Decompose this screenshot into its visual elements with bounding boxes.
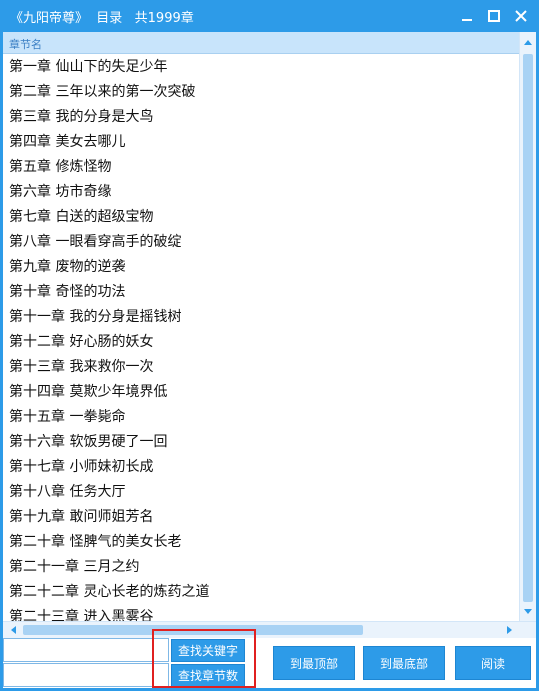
chapter-number-input[interactable]: [3, 663, 169, 687]
list-item[interactable]: 第十五章 一拳毙命: [3, 405, 519, 430]
chevron-down-icon: [524, 609, 532, 614]
list-item[interactable]: 第六章 坊市奇缘: [3, 180, 519, 205]
close-button[interactable]: [509, 4, 533, 28]
go-to-bottom-button[interactable]: 到最底部: [363, 646, 445, 680]
vertical-scroll-thumb[interactable]: [523, 54, 533, 602]
close-icon: [515, 10, 527, 22]
window-title: 《九阳帝尊》 目录 共1999章: [10, 11, 194, 26]
list-item[interactable]: 第九章 废物的逆袭: [3, 255, 519, 280]
list-item[interactable]: 第二十三章 进入黑雾谷: [3, 605, 519, 621]
horizontal-scrollbar[interactable]: [3, 621, 536, 638]
vertical-scrollbar[interactable]: [519, 32, 536, 621]
chevron-right-icon: [507, 626, 512, 634]
list-item[interactable]: 第三章 我的分身是大鸟: [3, 105, 519, 130]
list-item[interactable]: 第四章 美女去哪儿: [3, 130, 519, 155]
title-bar: 《九阳帝尊》 目录 共1999章: [0, 0, 539, 32]
bottom-toolbar: 查找关键字 查找章节数 到最顶部 到最底部 阅读: [3, 638, 536, 688]
minimize-button[interactable]: [455, 4, 479, 28]
list-item[interactable]: 第十三章 我来救你一次: [3, 355, 519, 380]
maximize-icon: [488, 10, 500, 22]
search-keyword-button[interactable]: 查找关键字: [171, 639, 245, 662]
minimize-icon: [462, 19, 472, 21]
list-item[interactable]: 第一章 仙山下的失足少年: [3, 55, 519, 80]
chevron-up-icon: [524, 40, 532, 45]
keyword-input[interactable]: [3, 638, 169, 662]
chevron-left-icon: [11, 626, 16, 634]
list-header[interactable]: 章节名: [3, 32, 519, 54]
list-item[interactable]: 第十六章 软饭男硬了一回: [3, 430, 519, 455]
list-item[interactable]: 第十二章 好心肠的妖女: [3, 330, 519, 355]
search-chapter-button[interactable]: 查找章节数: [171, 664, 245, 687]
list-item[interactable]: 第十九章 敢问师姐芳名: [3, 505, 519, 530]
read-button[interactable]: 阅读: [455, 646, 531, 680]
list-item[interactable]: 第五章 修炼怪物: [3, 155, 519, 180]
scroll-left-arrow[interactable]: [5, 622, 21, 638]
scroll-up-arrow[interactable]: [520, 34, 536, 50]
list-item[interactable]: 第二十章 怪脾气的美女长老: [3, 530, 519, 555]
list-item[interactable]: 第十四章 莫欺少年境界低: [3, 380, 519, 405]
list-item[interactable]: 第十八章 任务大厅: [3, 480, 519, 505]
list-item[interactable]: 第十七章 小师妹初长成: [3, 455, 519, 480]
main-content: 章节名 第一章 仙山下的失足少年 第二章 三年以来的第一次突破 第三章 我的分身是大…: [3, 32, 536, 688]
chapter-list[interactable]: 第一章 仙山下的失足少年 第二章 三年以来的第一次突破 第三章 我的分身是大鸟 第四章…: [3, 55, 519, 621]
list-item[interactable]: 第二十二章 灵心长老的炼药之道: [3, 580, 519, 605]
column-header-chapter-name: 章节名: [9, 38, 42, 51]
list-item[interactable]: 第七章 白送的超级宝物: [3, 205, 519, 230]
list-item[interactable]: 第十一章 我的分身是摇钱树: [3, 305, 519, 330]
list-item[interactable]: 第十章 奇怪的功法: [3, 280, 519, 305]
list-item[interactable]: 第二十一章 三月之约: [3, 555, 519, 580]
maximize-button[interactable]: [482, 4, 506, 28]
horizontal-scroll-thumb[interactable]: [23, 625, 363, 635]
go-to-top-button[interactable]: 到最顶部: [273, 646, 355, 680]
scroll-right-arrow[interactable]: [502, 622, 518, 638]
list-item[interactable]: 第八章 一眼看穿高手的破绽: [3, 230, 519, 255]
list-item[interactable]: 第二章 三年以来的第一次突破: [3, 80, 519, 105]
scroll-down-arrow[interactable]: [520, 604, 536, 620]
